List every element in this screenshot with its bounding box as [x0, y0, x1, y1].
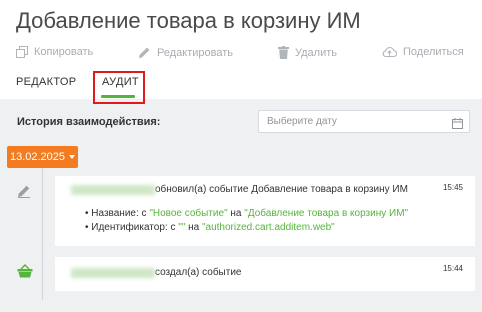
delete-label: Удалить [295, 46, 337, 59]
page-title: Добавление товара в корзину ИМ [16, 8, 361, 33]
event-time: 15:44 [442, 264, 463, 273]
change-field: Название: с [91, 208, 150, 219]
toolbar: Копировать Редактировать Удалить Поделит… [0, 46, 482, 66]
share-button[interactable]: Поделиться [382, 46, 464, 58]
share-label: Поделиться [403, 46, 464, 58]
copy-icon [16, 46, 28, 58]
date-badge-label: 13.02.2025 [9, 151, 66, 163]
pencil-icon [17, 184, 31, 203]
tab-editor[interactable]: РЕДАКТОР [16, 76, 76, 88]
date-input[interactable] [267, 114, 437, 129]
change-to: "Добавление товара в корзину ИМ" [244, 208, 409, 219]
cloud-upload-icon [382, 46, 397, 58]
delete-button[interactable]: Удалить [278, 46, 337, 59]
change-from: "Новое событие" [149, 208, 228, 219]
date-filter-badge[interactable]: 13.02.2025 [7, 146, 78, 168]
copy-button[interactable]: Копировать [16, 46, 93, 58]
event-card: создал(а) событие 15:44 [55, 257, 475, 291]
trash-icon [278, 46, 289, 59]
history-label: История взаимодействия: [17, 116, 161, 128]
event-text: создал(а) событие [155, 267, 242, 278]
change-to: "authorized.cart.additem.web" [201, 222, 335, 233]
edit-icon [138, 46, 151, 59]
event-text: обновил(а) событие Добавление товара в к… [155, 184, 408, 195]
chevron-down-icon [69, 155, 76, 159]
event-header: обновил(а) событие Добавление товара в к… [71, 184, 408, 195]
change-middle: на [185, 222, 202, 233]
change-field: Идентификатор: с [91, 222, 179, 233]
change-middle: на [227, 208, 245, 219]
copy-label: Копировать [34, 46, 94, 58]
calendar-icon[interactable] [452, 116, 463, 134]
user-name-blurred [71, 184, 155, 195]
date-picker[interactable] [258, 110, 470, 133]
event-card: обновил(а) событие Добавление товара в к… [55, 176, 475, 246]
event-time: 15:45 [442, 183, 463, 192]
user-name-blurred [71, 267, 155, 278]
change-item: • Идентификатор: с "" на "authorized.car… [85, 222, 335, 233]
basket-icon [17, 264, 33, 283]
edit-button[interactable]: Редактировать [138, 46, 233, 59]
edit-label: Редактировать [157, 46, 233, 59]
event-header: создал(а) событие [71, 267, 241, 278]
change-item: • Название: с "Новое событие" на "Добавл… [85, 208, 409, 219]
timeline-line [42, 168, 43, 300]
highlight-box [93, 71, 145, 104]
